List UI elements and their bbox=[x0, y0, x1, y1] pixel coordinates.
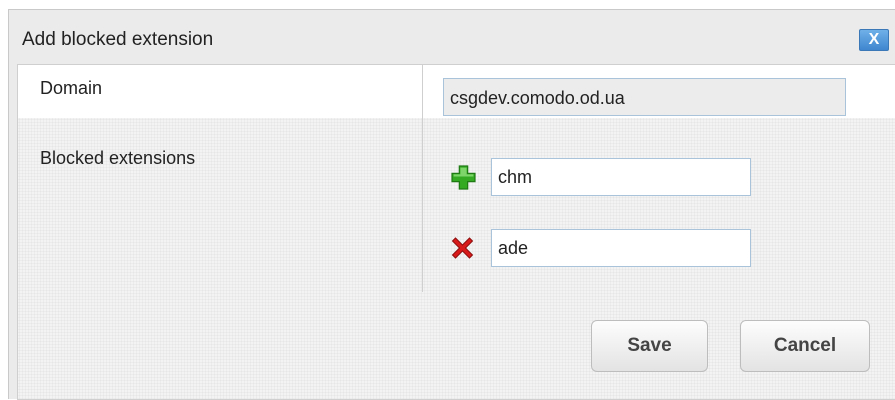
blocked-extensions-label: Blocked extensions bbox=[40, 148, 196, 168]
blocked-extensions-row: Blocked extensions bbox=[18, 118, 895, 292]
extension-form: Domain csgdev.comodo.od.ua Blocked exten… bbox=[17, 64, 895, 292]
domain-row: Domain csgdev.comodo.od.ua bbox=[18, 65, 895, 118]
dialog-footer: Save Cancel bbox=[17, 292, 895, 400]
dialog-title: Add blocked extension bbox=[22, 29, 214, 50]
close-button[interactable]: X bbox=[859, 29, 889, 51]
remove-extension-x-icon[interactable] bbox=[449, 235, 476, 261]
domain-label: Domain bbox=[40, 78, 103, 98]
column-divider bbox=[422, 65, 423, 118]
add-blocked-extension-dialog: Add blocked extension X Domain csgdev.co… bbox=[8, 9, 895, 400]
extension-input-2[interactable] bbox=[491, 229, 751, 267]
cancel-button[interactable]: Cancel bbox=[740, 320, 870, 372]
dialog-titlebar: Add blocked extension X bbox=[9, 10, 895, 64]
save-button[interactable]: Save bbox=[591, 320, 708, 372]
column-divider bbox=[422, 118, 423, 292]
domain-field: csgdev.comodo.od.ua bbox=[443, 78, 846, 116]
add-extension-plus-icon[interactable] bbox=[451, 165, 476, 190]
extension-input-1[interactable] bbox=[491, 158, 751, 196]
